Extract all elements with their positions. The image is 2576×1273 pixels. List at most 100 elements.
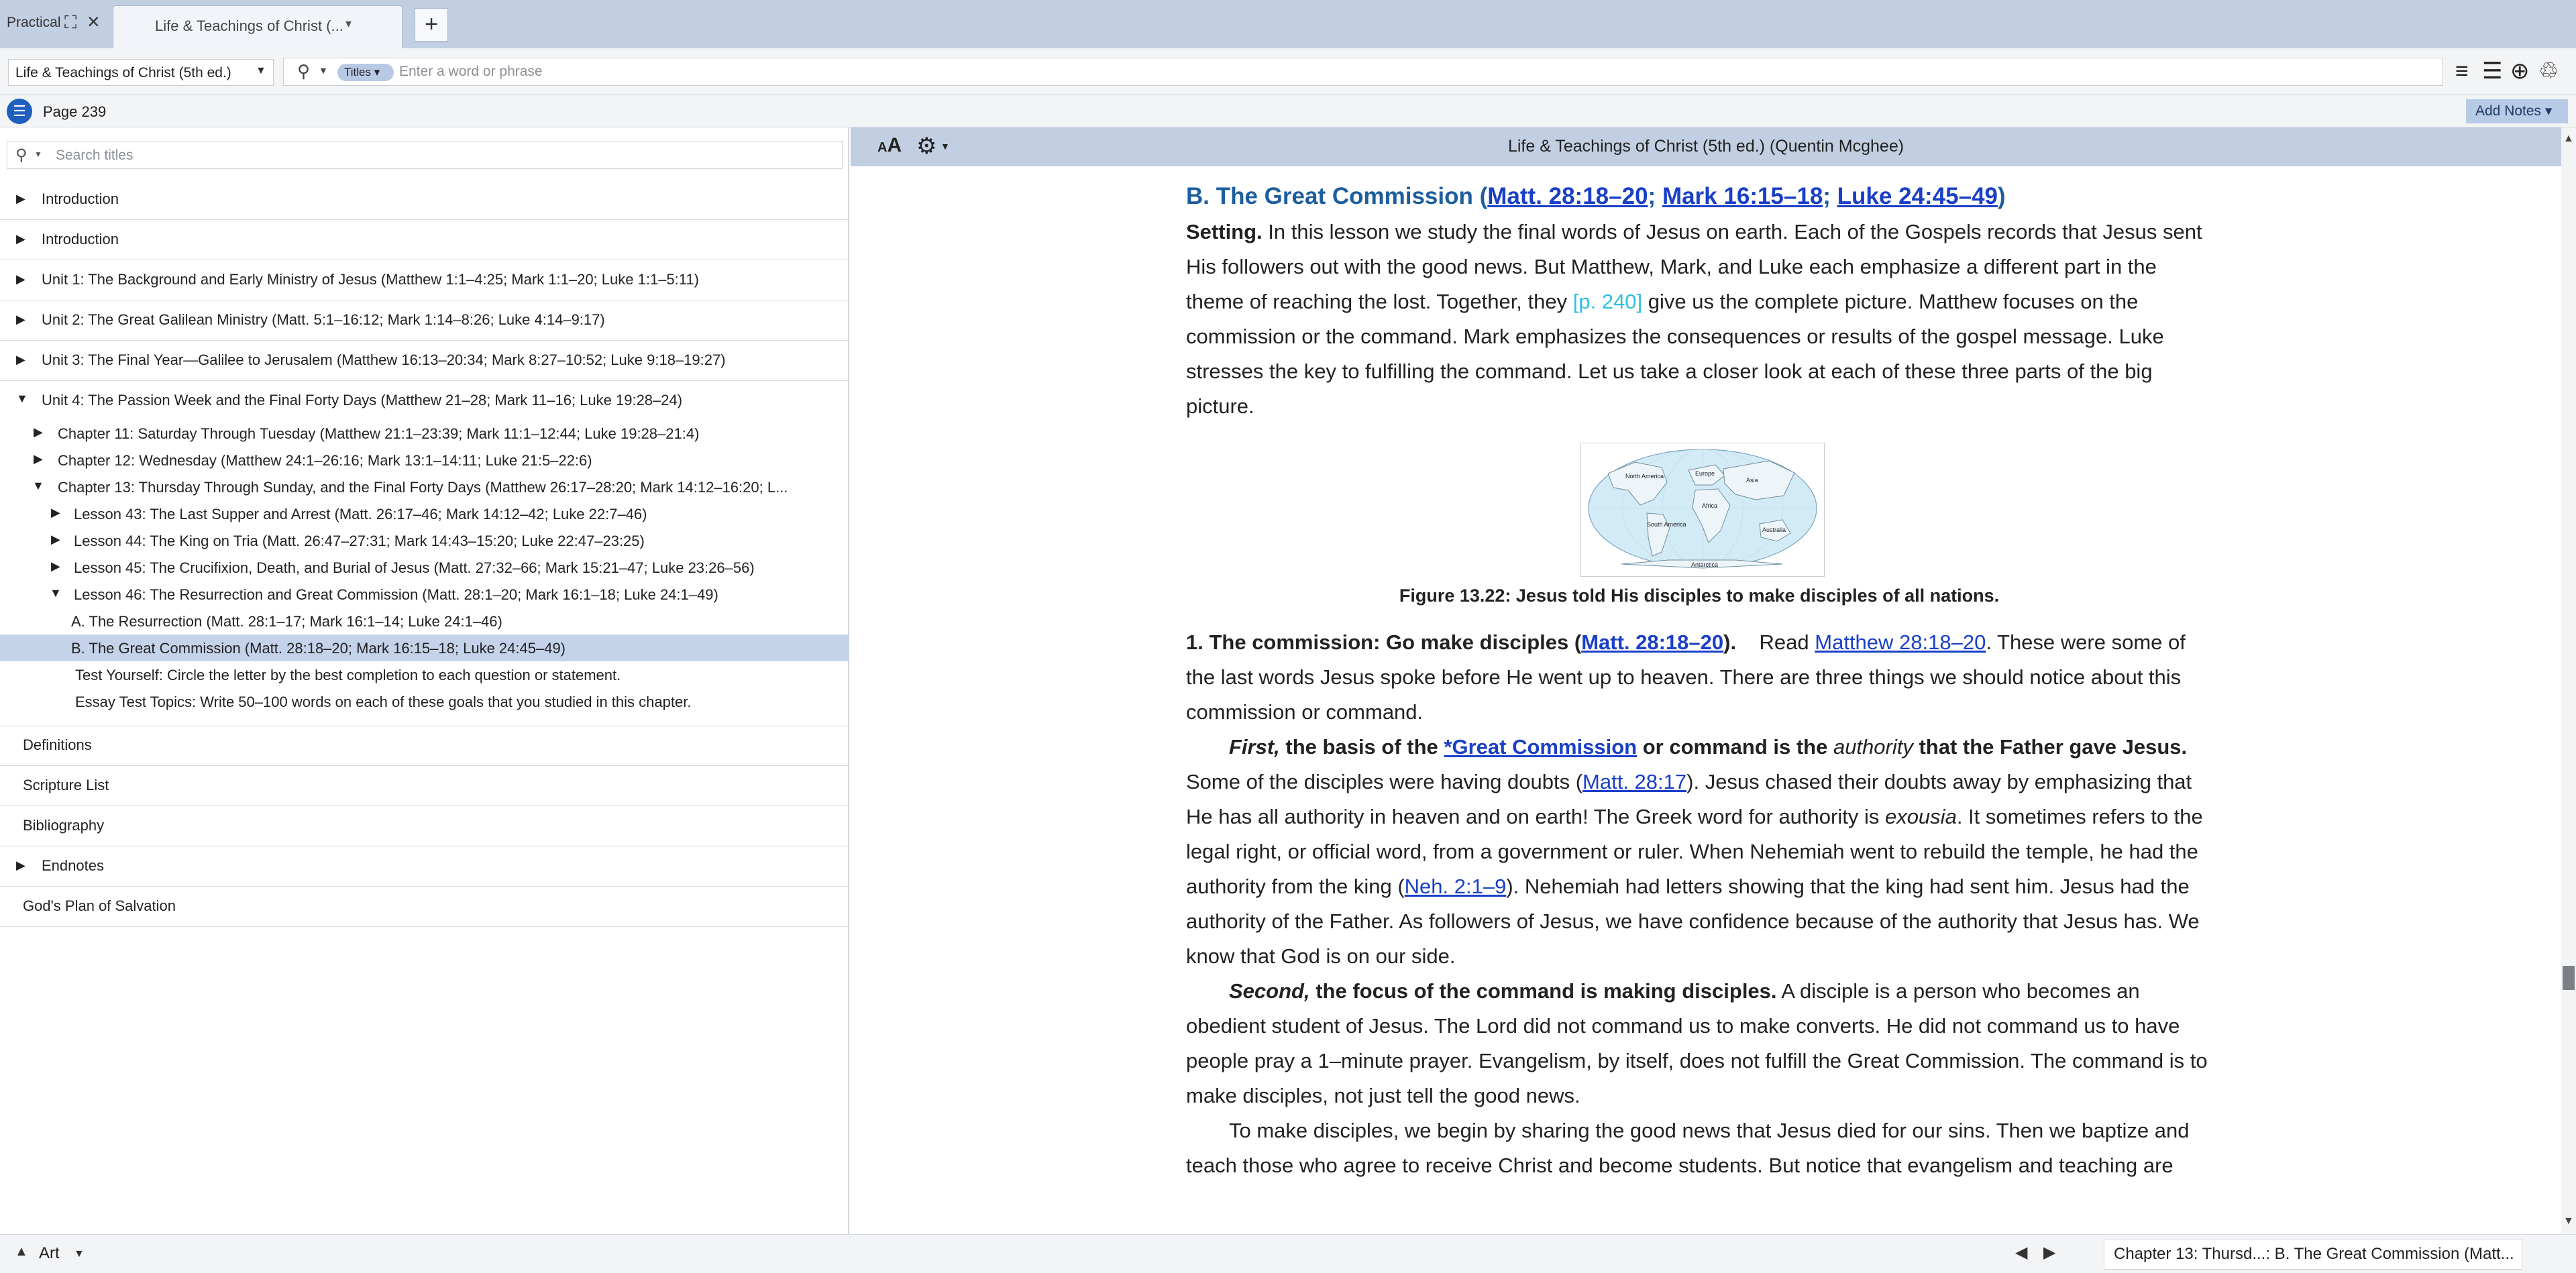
expand-arrow-icon[interactable]: ▶ bbox=[51, 506, 60, 520]
expand-arrow-icon[interactable]: ▶ bbox=[51, 559, 60, 573]
scripture-link[interactable]: Matt. 28:18–20 bbox=[1581, 630, 1723, 654]
previous-arrow-icon[interactable]: ◀ bbox=[2015, 1243, 2027, 1262]
scripture-link[interactable]: Matt. 28:18–20 bbox=[1487, 183, 1648, 209]
toc-row[interactable]: ▶ Unit 2: The Great Galilean Ministry (Ma… bbox=[0, 300, 849, 341]
search-scope-chip[interactable]: Titles ▾ bbox=[337, 64, 394, 81]
chevron-down-icon[interactable]: ▼ bbox=[34, 150, 42, 159]
expand-arrow-icon[interactable]: ▶ bbox=[16, 232, 25, 246]
toc-row-unit-4[interactable]: ▼ Unit 4: The Passion Week and the Final … bbox=[0, 381, 849, 420]
scroll-up-icon[interactable]: ▲ bbox=[2563, 133, 2574, 145]
toc-row-endnotes[interactable]: ▶ Endnotes bbox=[0, 846, 849, 887]
close-icon[interactable]: × bbox=[87, 9, 100, 34]
chevron-up-icon[interactable]: ▲ bbox=[15, 1244, 28, 1260]
expand-arrow-icon[interactable]: ▶ bbox=[16, 859, 25, 873]
search-scope-label: Titles bbox=[344, 66, 371, 78]
map-label-europe: Europe bbox=[1695, 470, 1715, 477]
new-tab-button[interactable]: + bbox=[415, 8, 448, 42]
chevron-down-icon[interactable]: ▼ bbox=[74, 1248, 85, 1260]
search-icon[interactable]: ⚲ bbox=[15, 146, 28, 165]
map-label-australia: Australia bbox=[1762, 527, 1786, 533]
search-icon[interactable]: ⚲ bbox=[297, 61, 310, 82]
expand-arrow-icon[interactable]: ▶ bbox=[16, 313, 25, 327]
toc-row-bibliography[interactable]: Bibliography bbox=[0, 806, 849, 846]
next-arrow-icon[interactable]: ▶ bbox=[2043, 1243, 2055, 1262]
toc-row-plan-of-salvation[interactable]: God's Plan of Salvation bbox=[0, 887, 849, 927]
toc-panel: ⚲ ▼ ▶Introduction ▶Introduction ▶Unit 1:… bbox=[0, 127, 849, 1234]
disciples-paragraph: To make disciples, we begin by sharing t… bbox=[1186, 1119, 2190, 1177]
toc-section[interactable]: A. The Resurrection (Matt. 28:1–17; Mark… bbox=[0, 608, 849, 634]
expand-arrow-icon[interactable]: ▶ bbox=[34, 425, 43, 439]
scripture-link[interactable]: Luke 24:45–49 bbox=[1837, 183, 1998, 209]
toc-section[interactable]: Essay Test Topics: Write 50–100 words on… bbox=[0, 688, 849, 715]
scroll-down-icon[interactable]: ▼ bbox=[2563, 1215, 2574, 1227]
add-notes-label: Add Notes bbox=[2475, 103, 2542, 119]
toc-toggle-icon[interactable]: ☰ bbox=[7, 99, 32, 124]
world-map-image[interactable]: North America Europe Asia Africa South A… bbox=[1580, 443, 1825, 577]
map-label-africa: Africa bbox=[1702, 502, 1717, 509]
scripture-link[interactable]: Matt. 28:17 bbox=[1582, 770, 1686, 793]
toc-chapter[interactable]: ▼ Chapter 13: Thursday Through Sunday, an… bbox=[0, 474, 849, 500]
toc-lesson[interactable]: ▶ Lesson 44: The King on Tria (Matt. 26:4… bbox=[0, 527, 849, 554]
workspace-label[interactable]: Practical bbox=[7, 15, 61, 31]
collapse-arrow-icon[interactable]: ▼ bbox=[16, 392, 28, 406]
expand-arrow-icon[interactable]: ▶ bbox=[51, 533, 60, 547]
map-label-north-america: North America bbox=[1625, 473, 1664, 480]
scripture-link[interactable]: Mark 16:15–18 bbox=[1662, 183, 1823, 209]
toc-row[interactable]: ▶ Introduction bbox=[0, 180, 849, 220]
outline-view-icon[interactable]: ☰ bbox=[2482, 59, 2502, 83]
add-notes-button[interactable]: Add Notes ▾ bbox=[2466, 99, 2568, 123]
reader-header: AA ⚙ ▼ Life & Teachings of Christ (5th e… bbox=[851, 127, 2561, 166]
first-point-paragraph: First, the basis of the *Great Commissio… bbox=[1186, 735, 2203, 968]
toc-section[interactable]: Test Yourself: Circle the letter by the … bbox=[0, 661, 849, 688]
tab-bar: Practical ⛶ × Life & Teachings of Christ… bbox=[0, 0, 2576, 48]
resource-select[interactable]: Life & Teachings of Christ (5th ed.) ▼ bbox=[8, 59, 274, 86]
toc-row[interactable]: ▶ Unit 1: The Background and Early Minist… bbox=[0, 260, 849, 300]
search-input[interactable] bbox=[398, 60, 2343, 84]
toc-row[interactable]: ▶ Introduction bbox=[0, 220, 849, 260]
toc-lesson[interactable]: ▶ Lesson 45: The Crucifixion, Death, and … bbox=[0, 554, 849, 581]
layout-name[interactable]: Art bbox=[39, 1244, 60, 1263]
toc-lesson[interactable]: ▼ Lesson 46: The Resurrection and Great C… bbox=[0, 581, 849, 608]
toc-chapter[interactable]: ▶ Chapter 11: Saturday Through Tuesday (M… bbox=[0, 420, 849, 447]
toc-lesson[interactable]: ▶ Lesson 43: The Last Supper and Arrest (… bbox=[0, 500, 849, 527]
bottom-bar: ▲ Art ▼ ◀ ▶ Chapter 13: Thursd...: B. Th… bbox=[0, 1234, 2576, 1273]
collapse-arrow-icon[interactable]: ▼ bbox=[32, 479, 44, 493]
expand-arrow-icon[interactable]: ▶ bbox=[16, 272, 25, 286]
toc-section-selected[interactable]: B. The Great Commission (Matt. 28:18–20;… bbox=[0, 634, 849, 661]
resource-select-label: Life & Teachings of Christ (5th ed.) bbox=[15, 65, 231, 80]
definition-link[interactable]: *Great Commission bbox=[1444, 735, 1637, 759]
toc-row-scripture-list[interactable]: Scripture List bbox=[0, 766, 849, 806]
sync-icon[interactable]: ♲ bbox=[2538, 59, 2559, 83]
map-label-south-america: South America bbox=[1647, 521, 1686, 528]
toc-row[interactable]: ▶ Unit 3: The Final Year—Galilee to Jerus… bbox=[0, 341, 849, 381]
figure: North America Europe Asia Africa South A… bbox=[1186, 424, 2212, 625]
scripture-link[interactable]: Neh. 2:1–9 bbox=[1405, 875, 1507, 898]
reader-content: B. The Great Commission (Matt. 28:18–20;… bbox=[1186, 178, 2212, 1233]
add-circle-icon[interactable]: ⊕ bbox=[2510, 59, 2530, 83]
section-heading: B. The Great Commission (Matt. 28:18–20;… bbox=[1186, 183, 2006, 209]
toc-row-definitions[interactable]: Definitions bbox=[0, 726, 849, 766]
collapse-arrow-icon[interactable]: ▼ bbox=[50, 586, 62, 600]
search-box: ⚲ ▼ Titles ▾ bbox=[283, 58, 2443, 86]
chevron-down-icon[interactable]: ▼ bbox=[319, 65, 328, 76]
expand-arrow-icon[interactable]: ▶ bbox=[16, 353, 25, 367]
list-view-icon[interactable]: ≡ bbox=[2455, 59, 2469, 83]
expand-arrow-icon[interactable]: ▶ bbox=[34, 452, 43, 466]
figure-caption: Figure 13.22: Jesus told His disciples t… bbox=[1399, 586, 2000, 606]
toc-row-expanded: ▼ Unit 4: The Passion Week and the Final … bbox=[0, 381, 849, 726]
document-tab[interactable]: Life & Teachings of Christ (... ▾ bbox=[113, 5, 402, 48]
search-titles-box: ⚲ ▼ bbox=[7, 141, 843, 169]
scroll-thumb[interactable] bbox=[2563, 966, 2575, 990]
chevron-down-icon[interactable]: ▼ bbox=[256, 65, 266, 77]
scripture-link[interactable]: Matthew 28:18–20 bbox=[1815, 630, 1986, 654]
second-point-paragraph: Second, the focus of the command is maki… bbox=[1186, 979, 2208, 1107]
toc-chapter[interactable]: ▶ Chapter 12: Wednesday (Matthew 24:1–26:… bbox=[0, 447, 849, 474]
document-tab-label: Life & Teachings of Christ (... bbox=[155, 17, 343, 34]
reader-scrollbar[interactable]: ▲ ▼ bbox=[2561, 127, 2576, 1234]
chevron-down-icon[interactable]: ▾ bbox=[345, 17, 352, 31]
location-breadcrumb[interactable]: Chapter 13: Thursd...: B. The Great Comm… bbox=[2104, 1239, 2522, 1270]
search-titles-input[interactable] bbox=[54, 144, 833, 167]
expand-icon[interactable]: ⛶ bbox=[64, 12, 76, 34]
page-marker[interactable]: [p. 240] bbox=[1573, 290, 1642, 313]
expand-arrow-icon[interactable]: ▶ bbox=[16, 192, 25, 206]
